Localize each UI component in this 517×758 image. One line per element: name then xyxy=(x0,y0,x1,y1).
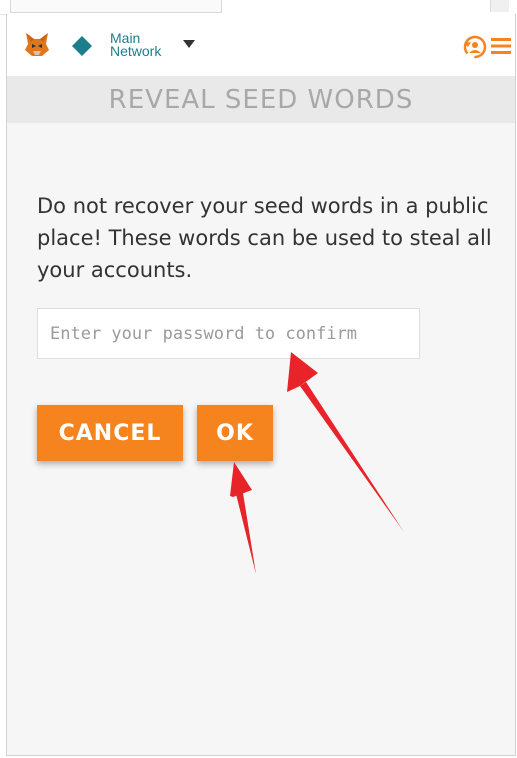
app-bar: Main Network xyxy=(7,14,515,76)
ok-button[interactable]: OK xyxy=(197,405,273,461)
browser-tab[interactable] xyxy=(10,0,222,13)
screenshot-frame: Main Network REVEAL SEED WORDS Do not re… xyxy=(0,0,517,758)
browser-corner xyxy=(490,0,509,12)
caret-down-icon[interactable] xyxy=(183,40,195,48)
password-input[interactable] xyxy=(37,308,420,359)
network-selector[interactable]: Main Network xyxy=(110,31,162,59)
cancel-button[interactable]: CANCEL xyxy=(37,405,183,461)
metamask-fox-icon[interactable] xyxy=(23,30,51,58)
network-diamond-icon[interactable] xyxy=(71,35,93,57)
account-icon[interactable] xyxy=(462,34,488,60)
browser-chrome xyxy=(0,0,517,15)
network-line-2: Network xyxy=(110,43,162,59)
extension-popup: Main Network REVEAL SEED WORDS Do not re… xyxy=(6,14,516,756)
title-bar: REVEAL SEED WORDS xyxy=(7,76,515,123)
page-title: REVEAL SEED WORDS xyxy=(108,84,414,115)
seed-warning-text: Do not recover your seed words in a publ… xyxy=(37,194,492,282)
hamburger-menu-icon[interactable] xyxy=(491,36,511,56)
